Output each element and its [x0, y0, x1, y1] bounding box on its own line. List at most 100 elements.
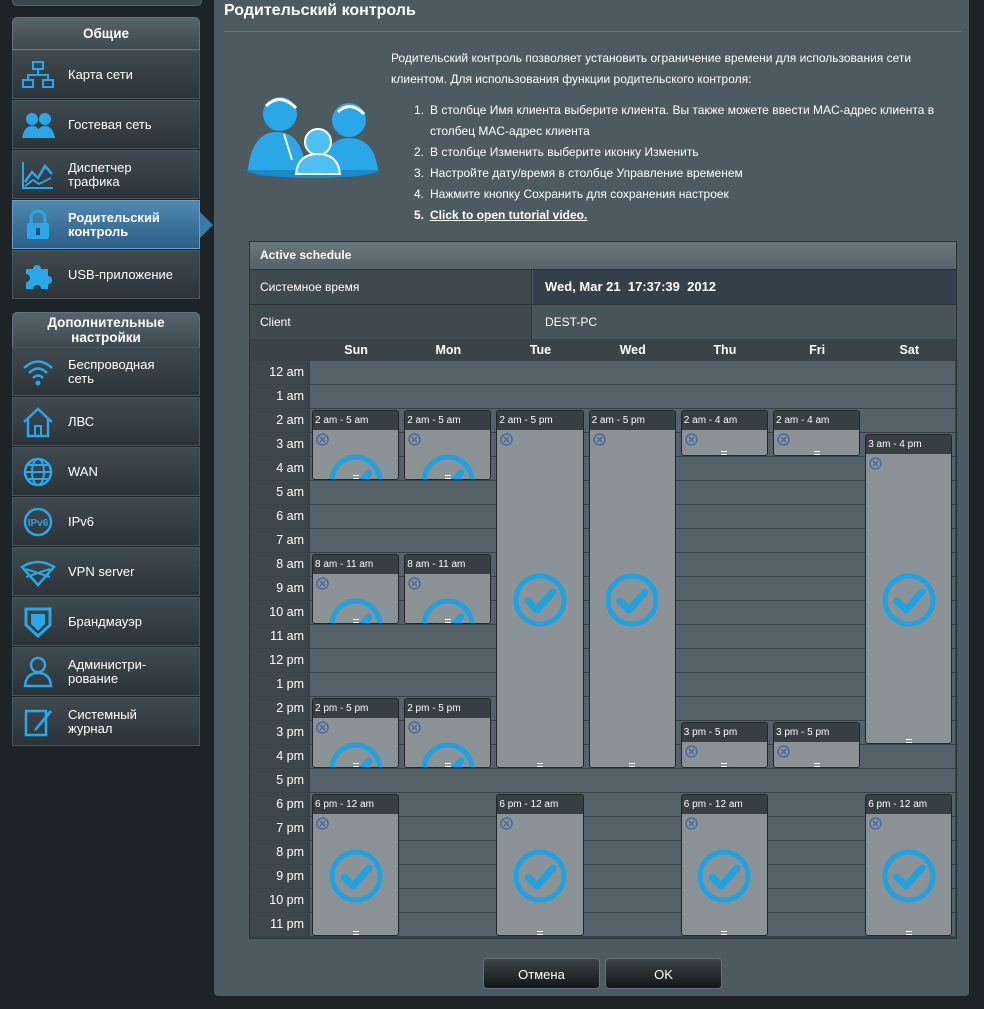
- resize-handle[interactable]: [352, 931, 359, 935]
- resize-handle[interactable]: [536, 763, 543, 767]
- sidebar-item-home[interactable]: ЛВС: [12, 397, 200, 446]
- delete-block-icon[interactable]: [777, 745, 790, 758]
- schedule-block[interactable]: 2 am - 5 pm: [588, 410, 676, 768]
- schedule-block[interactable]: 6 pm - 12 am: [496, 794, 584, 936]
- schedule-block[interactable]: 8 am - 11 am: [404, 554, 492, 624]
- delete-block-icon[interactable]: [408, 433, 421, 446]
- resize-handle[interactable]: [536, 931, 543, 935]
- schedule-block-label: 2 pm - 5 pm: [313, 699, 399, 718]
- delete-block-icon[interactable]: [316, 721, 329, 734]
- schedule-block[interactable]: 6 pm - 12 am: [680, 794, 768, 936]
- delete-block-icon[interactable]: [500, 817, 514, 830]
- delete-block-icon[interactable]: [592, 433, 606, 446]
- resize-handle[interactable]: [905, 739, 912, 743]
- resize-handle[interactable]: [352, 475, 359, 479]
- step-item: 3. Настройте дату/время в столбце Управле…: [414, 163, 954, 184]
- schedule-block[interactable]: 6 pm - 12 am: [865, 794, 953, 936]
- step-number: 1.: [414, 103, 425, 117]
- delete-block-icon[interactable]: [316, 817, 329, 830]
- tutorial-video-link-row: 5. Click to open tutorial video.: [414, 205, 954, 226]
- sidebar-item-globe[interactable]: WAN: [12, 447, 200, 496]
- checkmark-icon: [696, 848, 752, 909]
- sidebar-item-shield[interactable]: Брандмауэр: [12, 597, 200, 646]
- resize-handle[interactable]: [444, 763, 451, 767]
- hour-row[interactable]: [310, 361, 955, 384]
- hour-row[interactable]: [310, 913, 955, 936]
- resize-handle[interactable]: [721, 763, 728, 767]
- delete-block-icon[interactable]: [316, 433, 329, 446]
- resize-handle[interactable]: [352, 619, 359, 623]
- delete-block-icon[interactable]: [777, 433, 790, 446]
- delete-block-icon[interactable]: [869, 817, 882, 830]
- hour-label: 8 pm: [250, 841, 306, 864]
- schedule-block[interactable]: 3 pm - 5 pm: [680, 722, 768, 768]
- delete-block-icon[interactable]: [500, 433, 514, 446]
- sidebar-item-edit-log[interactable]: Системный журнал: [12, 697, 200, 746]
- resize-handle[interactable]: [444, 619, 451, 623]
- hour-row[interactable]: [310, 841, 955, 864]
- hour-label: 10 pm: [250, 889, 306, 912]
- tutorial-video-link[interactable]: Click to open tutorial video.: [430, 205, 954, 226]
- cancel-button[interactable]: Отмена: [483, 958, 600, 989]
- resize-handle[interactable]: [721, 451, 728, 455]
- schedule-block-label: 3 pm - 5 pm: [774, 723, 860, 742]
- checkmark-icon: [328, 848, 384, 909]
- sidebar-item-label: Брандмауэр: [68, 613, 142, 629]
- sidebar-item-traffic-manager[interactable]: Диспетчер трафика: [12, 150, 200, 199]
- client-value: DEST-PC: [533, 305, 956, 339]
- delete-block-icon[interactable]: [685, 817, 698, 830]
- sidebar-item-vpn[interactable]: VPN server: [12, 547, 200, 596]
- schedule-block-label: 2 am - 5 am: [405, 411, 491, 430]
- schedule-grid[interactable]: Sun Mon Tue Wed Thu Fri Sat 12 am 1 am 2 am 3 am 4 …: [250, 339, 956, 938]
- step-text: В столбце Изменить выберите иконку Измен…: [430, 145, 699, 159]
- sidebar-item-user[interactable]: Администри- рование: [12, 647, 200, 696]
- delete-block-icon[interactable]: [316, 577, 329, 590]
- sidebar-item-wifi[interactable]: Беспроводная сеть: [12, 347, 200, 396]
- hour-row[interactable]: [310, 865, 955, 888]
- schedule-block[interactable]: 2 am - 5 am: [404, 410, 492, 480]
- schedule-block-label: 6 pm - 12 am: [681, 795, 767, 814]
- hour-row[interactable]: [310, 769, 955, 792]
- sidebar-item-lock[interactable]: Родительский контроль: [12, 200, 213, 249]
- resize-handle[interactable]: [352, 763, 359, 767]
- schedule-block[interactable]: 3 pm - 5 pm: [773, 722, 861, 768]
- hour-row[interactable]: [310, 793, 955, 816]
- delete-block-icon[interactable]: [408, 721, 421, 734]
- hour-row[interactable]: [310, 889, 955, 912]
- sidebar-item-ipv6[interactable]: IPv6 IPv6: [12, 497, 200, 546]
- schedule-block[interactable]: 2 pm - 5 pm: [312, 698, 400, 768]
- sidebar-item-network-map[interactable]: Карта сети: [12, 50, 200, 99]
- schedule-block[interactable]: 8 am - 11 am: [312, 554, 400, 624]
- schedule-block[interactable]: 6 pm - 12 am: [312, 794, 400, 936]
- hour-row[interactable]: [310, 817, 955, 840]
- step-item: 2. В столбце Изменить выберите иконку Изм…: [414, 142, 954, 163]
- hour-row[interactable]: [310, 385, 955, 408]
- sidebar-item-label: WAN: [68, 463, 98, 479]
- schedule-block[interactable]: 2 am - 5 pm: [496, 410, 584, 768]
- resize-handle[interactable]: [813, 763, 820, 767]
- resize-handle[interactable]: [444, 475, 451, 479]
- puzzle-icon: [18, 255, 58, 295]
- delete-block-icon[interactable]: [869, 457, 882, 470]
- schedule-block[interactable]: 2 pm - 5 pm: [404, 698, 492, 768]
- delete-block-icon[interactable]: [408, 577, 421, 590]
- schedule-block[interactable]: 2 am - 5 am: [312, 410, 400, 480]
- checkmark-icon: [512, 848, 568, 909]
- delete-block-icon[interactable]: [685, 745, 698, 758]
- delete-block-icon[interactable]: [685, 433, 698, 446]
- schedule-block[interactable]: 2 am - 4 am: [680, 410, 768, 456]
- resize-handle[interactable]: [813, 451, 820, 455]
- sidebar-item-guest-network[interactable]: Гостевая сеть: [12, 100, 200, 149]
- schedule-block-label: 2 am - 5 pm: [589, 411, 675, 430]
- hour-label: 9 pm: [250, 865, 306, 888]
- resize-handle[interactable]: [905, 931, 912, 935]
- ipv6-icon: IPv6: [18, 502, 58, 542]
- hour-label: 9 am: [250, 577, 306, 600]
- schedule-block[interactable]: 3 am - 4 pm: [865, 434, 953, 744]
- resize-handle[interactable]: [629, 763, 636, 767]
- schedule-block-label: 6 pm - 12 am: [866, 795, 952, 814]
- schedule-block[interactable]: 2 am - 4 am: [773, 410, 861, 456]
- sidebar-item-puzzle[interactable]: USB-приложение: [12, 250, 200, 299]
- ok-button[interactable]: OK: [605, 958, 722, 989]
- resize-handle[interactable]: [721, 931, 728, 935]
